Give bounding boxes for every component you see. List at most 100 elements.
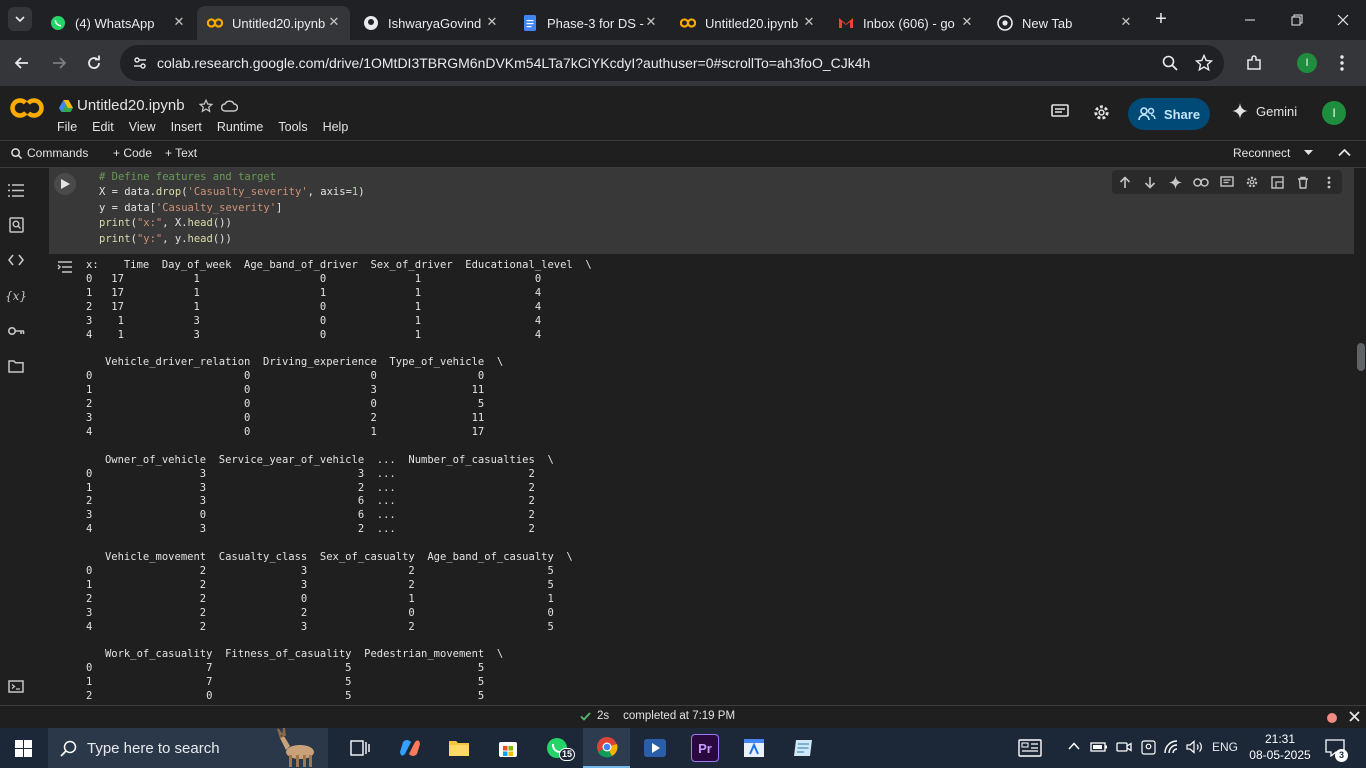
secrets-key-icon[interactable] — [6, 321, 26, 341]
move-cell-down-icon[interactable] — [1138, 170, 1164, 194]
zoom-icon[interactable] — [1162, 55, 1178, 71]
reload-button[interactable] — [82, 51, 106, 75]
close-tab-icon[interactable]: ✕ — [1118, 14, 1134, 30]
meet-now-icon[interactable] — [1116, 740, 1132, 754]
browser-profile-avatar[interactable]: I — [1297, 53, 1317, 73]
run-cell-button[interactable] — [54, 173, 76, 195]
settings-gear-icon[interactable] — [1092, 103, 1111, 122]
minimize-button[interactable] — [1238, 8, 1262, 32]
code-snippets-icon[interactable] — [6, 250, 26, 270]
close-tab-icon[interactable]: ✕ — [643, 14, 659, 30]
forward-button[interactable] — [47, 51, 71, 75]
back-button[interactable] — [10, 51, 34, 75]
collapse-header-icon[interactable] — [1338, 148, 1351, 157]
gemini-cell-icon[interactable] — [1163, 170, 1189, 194]
file-explorer-icon[interactable] — [445, 734, 473, 762]
colab-logo[interactable] — [10, 97, 44, 119]
close-status-icon[interactable] — [1349, 711, 1360, 722]
tab-title: (4) WhatsApp — [75, 15, 155, 31]
account-avatar[interactable]: I — [1322, 101, 1346, 125]
files-folder-icon[interactable] — [6, 356, 26, 376]
chrome-taskbar-icon[interactable] — [583, 728, 630, 768]
cloud-saved-icon[interactable] — [220, 99, 238, 112]
reload-icon — [88, 55, 100, 69]
menu-tools[interactable]: Tools — [278, 120, 307, 134]
code-editor[interactable]: # Define features and target X = data.dr… — [99, 170, 365, 247]
browser-menu-button[interactable] — [1330, 51, 1354, 75]
microsoft-store-icon[interactable] — [494, 734, 522, 762]
tab-gmail[interactable]: Inbox (606) - go ✕ — [828, 6, 983, 40]
commands-button[interactable]: Commands — [11, 146, 88, 160]
reconnect-button[interactable]: Reconnect — [1233, 146, 1314, 160]
close-tab-icon[interactable]: ✕ — [484, 14, 500, 30]
notebook-title[interactable]: Untitled20.ipynb — [77, 97, 185, 114]
keyboard-layout-icon[interactable] — [1018, 739, 1042, 757]
tab-github[interactable]: IshwaryaGovind ✕ — [353, 6, 508, 40]
copilot-icon[interactable] — [396, 734, 424, 762]
system-clock[interactable]: 21:31 08-05-2025 — [1248, 731, 1312, 763]
tab-new-tab[interactable]: New Tab ✕ — [987, 6, 1142, 40]
site-info-icon[interactable] — [132, 55, 148, 71]
connection-status-dot[interactable] — [1327, 713, 1337, 723]
scrollbar-thumb[interactable] — [1357, 343, 1365, 371]
mirror-cell-icon[interactable] — [1265, 170, 1291, 194]
whatsapp-taskbar-icon[interactable]: 15 — [543, 734, 576, 762]
volume-icon[interactable] — [1186, 740, 1203, 754]
close-tab-icon[interactable]: ✕ — [326, 14, 342, 30]
restore-button[interactable] — [1285, 8, 1309, 32]
find-replace-icon[interactable] — [6, 215, 26, 235]
menu-help[interactable]: Help — [323, 120, 349, 134]
star-icon[interactable] — [198, 98, 213, 113]
menu-view[interactable]: View — [129, 120, 156, 134]
close-window-button[interactable] — [1331, 8, 1355, 32]
tab-google-docs[interactable]: Phase-3 for DS - ✕ — [512, 6, 667, 40]
puzzle-icon — [1247, 55, 1261, 70]
output-actions-icon[interactable] — [57, 261, 73, 273]
gemini-button[interactable]: Gemini — [1232, 103, 1297, 119]
github-icon — [363, 15, 379, 31]
tab-colab-active[interactable]: Untitled20.ipynb ✕ — [197, 6, 350, 40]
menu-edit[interactable]: Edit — [92, 120, 114, 134]
taskbar-search-box[interactable]: Type here to search — [48, 728, 328, 768]
close-tab-icon[interactable]: ✕ — [801, 14, 817, 30]
new-tab-button[interactable]: + — [1151, 9, 1171, 29]
share-button[interactable]: Share — [1128, 98, 1210, 130]
table-of-contents-icon[interactable] — [6, 180, 26, 200]
task-view-icon[interactable] — [346, 734, 374, 762]
document-viewer-icon[interactable] — [740, 734, 768, 762]
menu-runtime[interactable]: Runtime — [217, 120, 264, 134]
tab-colab-2[interactable]: Untitled20.ipynb ✕ — [670, 6, 825, 40]
show-hidden-icons-chevron-up-icon[interactable] — [1068, 742, 1080, 750]
media-app-icon[interactable] — [641, 734, 669, 762]
extensions-button[interactable] — [1242, 51, 1266, 75]
close-tab-icon[interactable]: ✕ — [959, 14, 975, 30]
address-bar[interactable]: colab.research.google.com/drive/1OMtDI3T… — [120, 45, 1224, 81]
tab-whatsapp[interactable]: (4) WhatsApp ✕ — [40, 6, 195, 40]
language-indicator[interactable]: ENG — [1212, 740, 1238, 754]
variables-icon[interactable]: {𝑥} — [5, 286, 27, 306]
menu-insert[interactable]: Insert — [171, 120, 202, 134]
comments-icon[interactable] — [1051, 104, 1069, 120]
execution-status[interactable]: 2s completed at 7:19 PM — [580, 710, 735, 722]
comment-icon[interactable] — [1214, 170, 1240, 194]
menu-file[interactable]: File — [57, 120, 77, 134]
move-cell-up-icon[interactable] — [1112, 170, 1138, 194]
cell-settings-gear-icon[interactable] — [1240, 170, 1266, 194]
url-text[interactable]: colab.research.google.com/drive/1OMtDI3T… — [157, 55, 870, 71]
delete-cell-icon[interactable] — [1291, 170, 1317, 194]
more-options-icon[interactable] — [1316, 170, 1342, 194]
add-code-cell-button[interactable]: + Code — [113, 146, 152, 160]
terminal-icon[interactable] — [6, 676, 26, 696]
add-text-cell-button[interactable]: + Text — [165, 146, 197, 160]
close-tab-icon[interactable]: ✕ — [171, 14, 187, 30]
wifi-icon[interactable] — [1164, 740, 1182, 754]
notes-app-icon[interactable] — [789, 734, 817, 762]
battery-icon[interactable] — [1090, 741, 1108, 753]
bookmark-star-icon[interactable] — [1195, 54, 1213, 72]
dropdown-arrow-icon[interactable] — [1304, 150, 1314, 156]
tab-search-button[interactable] — [8, 7, 32, 31]
location-icon[interactable] — [1141, 740, 1156, 755]
link-icon[interactable] — [1189, 170, 1215, 194]
windows-start-icon[interactable] — [15, 740, 32, 757]
premiere-pro-icon[interactable]: Pr — [691, 734, 719, 762]
